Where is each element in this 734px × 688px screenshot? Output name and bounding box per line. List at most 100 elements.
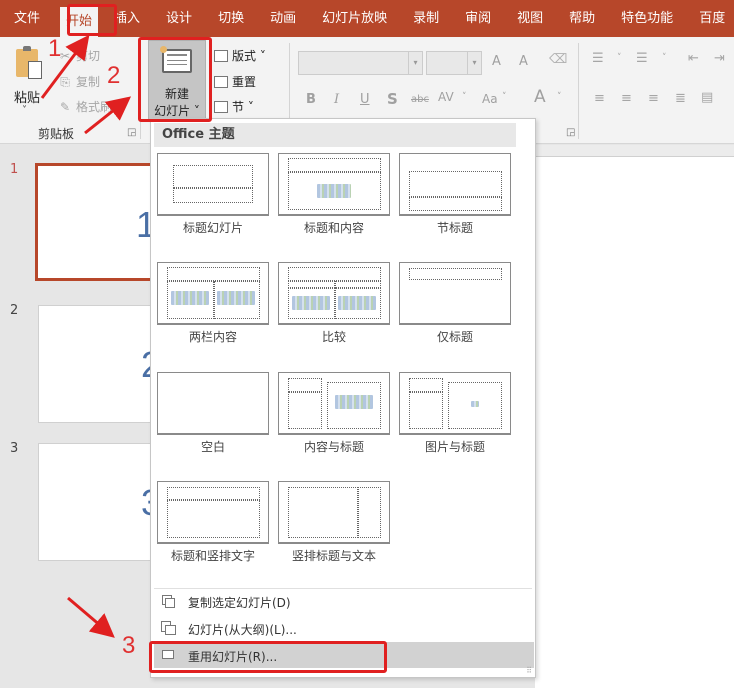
chevron-down-icon[interactable]: ˅ (662, 53, 667, 63)
layout-title-and-content[interactable]: 标题和内容 (278, 153, 390, 247)
layout-comparison[interactable]: 比较 (278, 262, 390, 356)
slides-from-outline-item[interactable]: 幻灯片(从大纲)(L)... (154, 615, 534, 641)
slide-editor-area[interactable] (535, 145, 734, 688)
placeholder (288, 392, 322, 429)
tab-design[interactable]: 设计 (166, 0, 205, 37)
tab-animations[interactable]: 动画 (270, 0, 309, 37)
section-label: 节 ˅ (232, 100, 254, 114)
layout-name: 空白 (200, 440, 225, 454)
change-case-button[interactable]: Aa (482, 92, 498, 106)
content-icons (217, 291, 255, 305)
layout-title-vertical-text[interactable]: 标题和竖排文字 (157, 481, 269, 575)
distributed-icon[interactable]: ▤ (701, 90, 713, 105)
chevron-down-icon[interactable]: ˅ (557, 92, 562, 102)
grow-font-button[interactable]: A (492, 54, 501, 69)
italic-button[interactable]: I (334, 92, 339, 107)
shadow-button[interactable]: S (387, 90, 398, 108)
tab-features[interactable]: 特色功能 (621, 0, 686, 37)
align-right-icon[interactable]: ≡ (648, 91, 659, 106)
layout-two-content[interactable]: 两栏内容 (157, 262, 269, 356)
chevron-down-icon[interactable]: ˅ (502, 92, 507, 102)
placeholder (173, 165, 253, 188)
annotation-step-number: 2 (107, 62, 121, 89)
slide-thumbnail-panel: 1 1 2 2 3 3 (0, 145, 161, 688)
copy-icon: ⎘ (60, 74, 70, 89)
new-slide-dropdown: Office 主题 标题幻灯片 标题和内容 节标题 两栏内容 比较 仅标题 空白… (150, 118, 536, 678)
tab-insert[interactable]: 插入 (114, 0, 153, 37)
layout-section-header[interactable]: 节标题 (399, 153, 511, 247)
resize-grip-icon[interactable]: ⠿ (526, 666, 532, 675)
editor-top-border (535, 145, 734, 157)
chevron-down-icon[interactable]: ˅ (22, 105, 27, 116)
placeholder (173, 188, 253, 203)
reset-button[interactable]: 重置 (214, 73, 256, 90)
tab-review[interactable]: 审阅 (465, 0, 504, 37)
layout-name: 竖排标题与文本 (291, 549, 376, 563)
tab-view[interactable]: 视图 (517, 0, 556, 37)
placeholder (167, 500, 260, 538)
slide-thumbnail[interactable]: 1 (35, 163, 156, 281)
placeholder (288, 487, 358, 538)
bullets-icon[interactable]: ☰ (592, 51, 604, 66)
chevron-down-icon[interactable]: ▾ (408, 52, 422, 74)
dialog-launcher-icon[interactable]: ◲ (566, 127, 575, 138)
layout-name: 节标题 (436, 221, 473, 235)
layout-picture-with-caption[interactable]: 图片与标题 (399, 372, 511, 466)
decrease-indent-icon[interactable]: ⇤ (688, 51, 699, 66)
placeholder (167, 267, 260, 281)
numbering-icon[interactable]: ☰ (636, 51, 648, 66)
chevron-down-icon[interactable]: ▾ (467, 52, 481, 74)
cut-button[interactable]: ✂ 剪切 (58, 47, 100, 64)
chevron-down-icon[interactable]: ˅ (462, 92, 467, 102)
layout-blank[interactable]: 空白 (157, 372, 269, 466)
align-center-icon[interactable]: ≡ (621, 91, 632, 106)
dialog-launcher-icon[interactable]: ◲ (127, 127, 136, 138)
layout-name: 标题和内容 (303, 221, 364, 235)
layout-name: 图片与标题 (424, 440, 485, 454)
layout-thumbnail (278, 481, 390, 544)
tab-transitions[interactable]: 切换 (218, 0, 257, 37)
layout-label: 版式 ˅ (232, 49, 266, 63)
layout-name: 比较 (321, 330, 346, 344)
font-size-combobox[interactable]: ▾ (426, 51, 482, 75)
content-icons (338, 296, 376, 310)
placeholder (288, 267, 381, 281)
layout-thumbnail (399, 262, 511, 325)
content-icons (171, 291, 209, 305)
underline-button[interactable]: U (360, 92, 370, 107)
menu-item-label: 幻灯片(从大纲)(L)... (188, 623, 297, 637)
align-left-icon[interactable]: ≡ (594, 91, 605, 106)
copy-label: 复制 (76, 75, 101, 89)
section-button[interactable]: 节 ˅ (214, 98, 254, 115)
format-painter-button[interactable]: ✎ 格式刷 (58, 98, 112, 115)
font-color-button[interactable]: A (534, 87, 546, 107)
layout-button[interactable]: 版式 ˅ (214, 47, 266, 64)
tab-file[interactable]: 文件 (14, 0, 53, 37)
shrink-font-button[interactable]: A (519, 54, 528, 69)
increase-indent-icon[interactable]: ⇥ (714, 51, 725, 66)
copy-button[interactable]: ⎘ 复制 (58, 73, 100, 90)
bold-button[interactable]: B (306, 92, 316, 107)
chevron-down-icon[interactable]: ˅ (617, 53, 622, 63)
content-icons (317, 184, 351, 198)
annotation-step-number: 1 (48, 35, 62, 62)
tab-help[interactable]: 帮助 (569, 0, 608, 37)
tab-slideshow[interactable]: 幻灯片放映 (322, 0, 400, 37)
layout-title-slide[interactable]: 标题幻灯片 (157, 153, 269, 247)
format-painter-label: 格式刷 (76, 100, 113, 114)
clipboard-group-label: 剪贴板 (38, 127, 75, 141)
slide-thumbnail[interactable]: 3 (38, 443, 161, 561)
paste-button[interactable]: 粘贴 ˅ (10, 45, 50, 116)
character-spacing-button[interactable]: AV (438, 90, 454, 104)
justify-icon[interactable]: ≣ (675, 91, 686, 106)
layout-title-only[interactable]: 仅标题 (399, 262, 511, 356)
tab-baidu[interactable]: 百度 (699, 0, 734, 37)
clear-formatting-button[interactable]: ⌫ (549, 52, 567, 67)
slide-thumbnail[interactable]: 2 (38, 305, 161, 423)
font-name-combobox[interactable]: ▾ (298, 51, 423, 75)
tab-record[interactable]: 录制 (413, 0, 452, 37)
layout-content-with-caption[interactable]: 内容与标题 (278, 372, 390, 466)
duplicate-slides-item[interactable]: 复制选定幻灯片(D) (154, 588, 534, 614)
layout-vertical-title-text[interactable]: 竖排标题与文本 (278, 481, 390, 575)
strikethrough-button[interactable]: abc (411, 94, 429, 105)
